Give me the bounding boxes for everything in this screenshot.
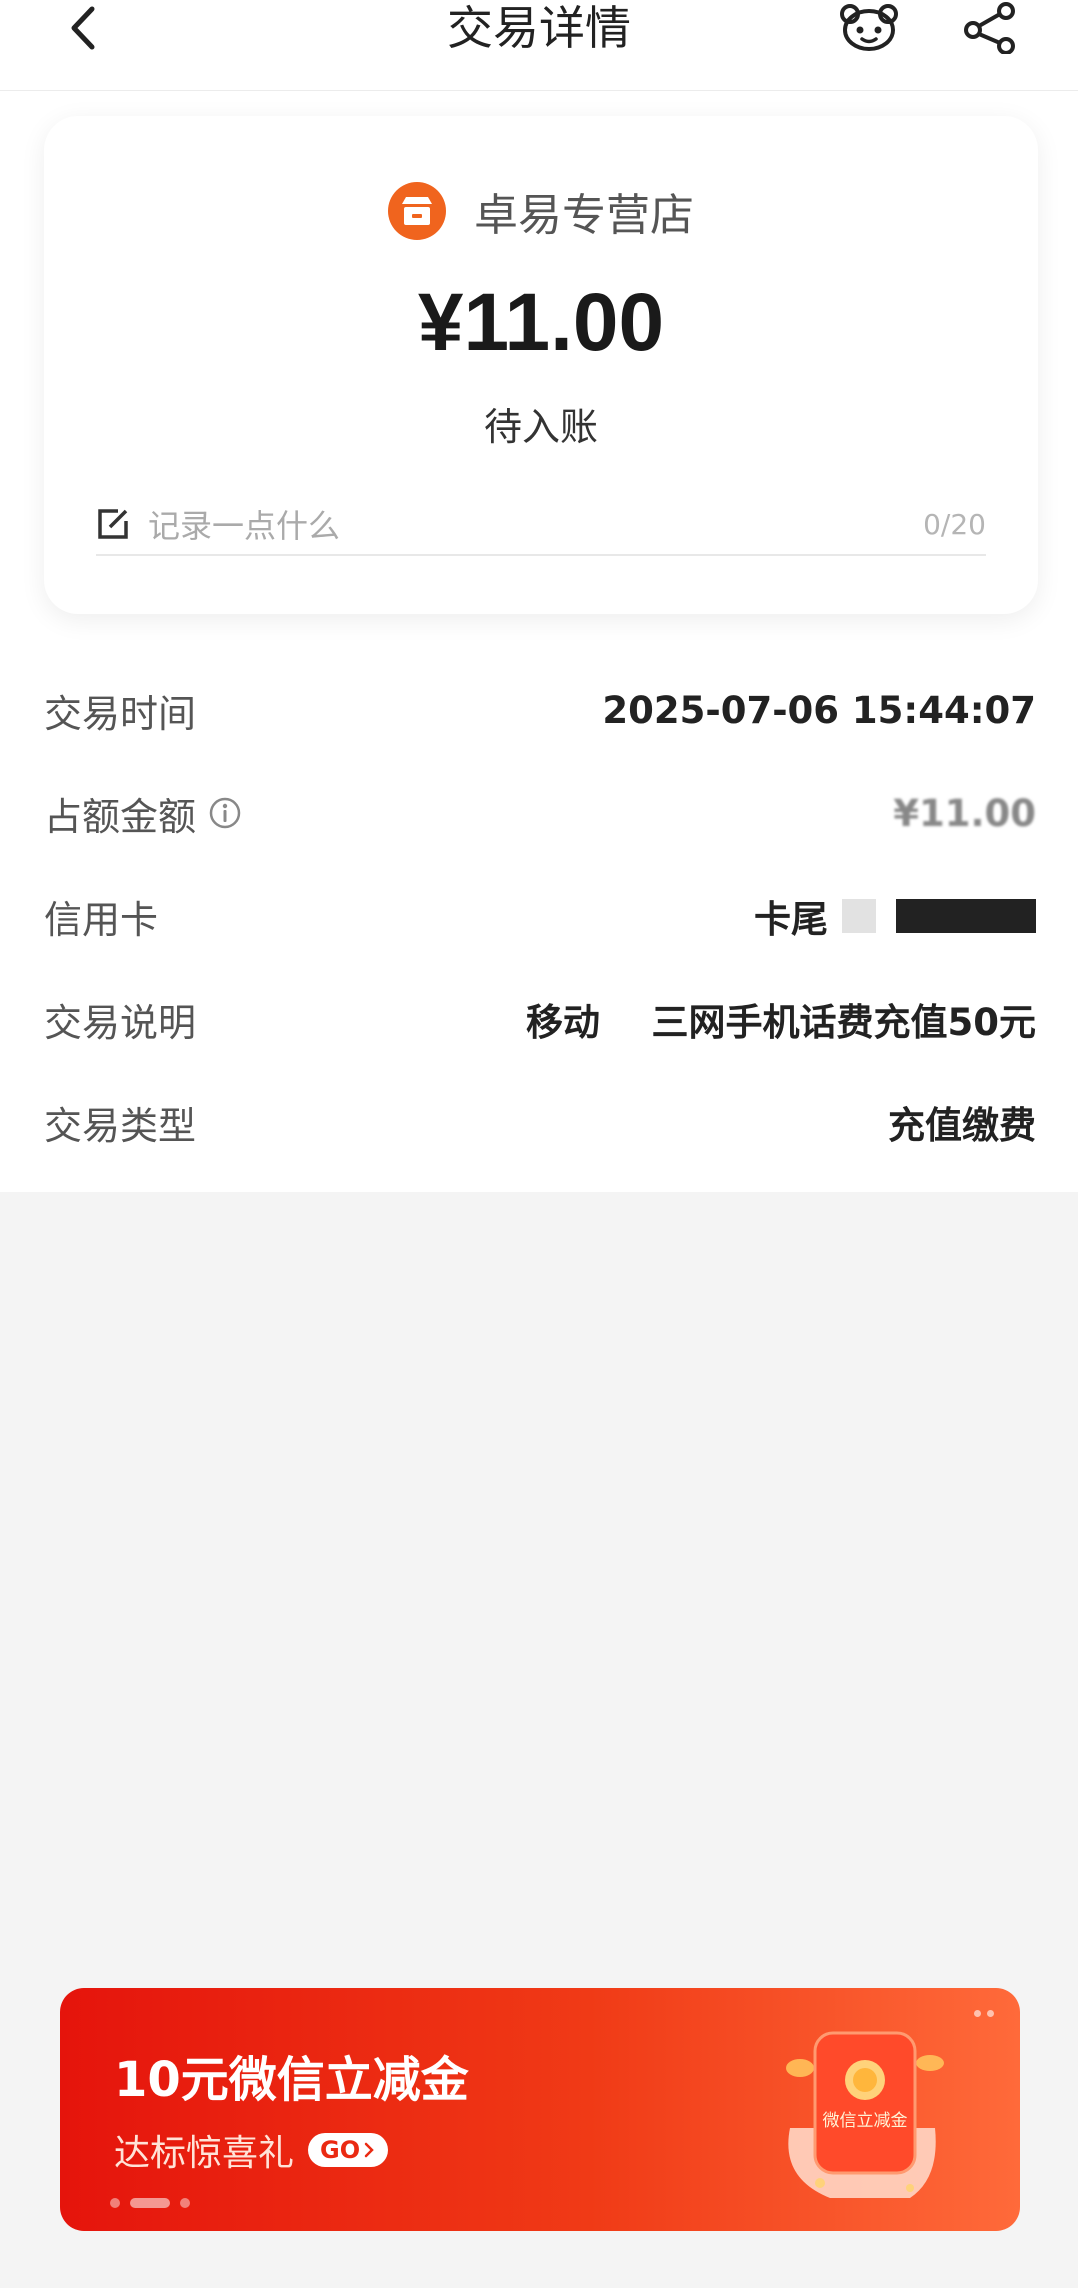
promo-banner[interactable]: 10元微信立减金 达标惊喜礼 GO 微信立减金	[60, 1988, 1020, 2231]
detail-value: ¥11.00	[893, 791, 1036, 835]
header-bar: 交易详情	[0, 0, 1078, 91]
transaction-status: 待入账	[483, 405, 598, 449]
memo-input[interactable]: 记录一点什么 0/20	[96, 494, 986, 556]
customer-service-button[interactable]	[836, 0, 902, 56]
detail-value: 移动 三网手机话费充值50元	[525, 1001, 1036, 1044]
detail-value: 卡尾	[754, 898, 828, 941]
detail-label: 信用卡	[44, 897, 159, 942]
transaction-card: 卓易专营店 ¥11.00 待入账 记录一点什么 0/20	[44, 116, 1038, 614]
detail-label: 交易说明	[44, 1000, 197, 1045]
transaction-amount: ¥11.00	[417, 277, 665, 368]
store-icon	[388, 182, 446, 240]
shop-name: 卓易专营店	[474, 190, 694, 241]
share-icon	[964, 2, 1015, 54]
go-button[interactable]: GO	[308, 2133, 389, 2167]
detail-row-amount: 占额金额 ¥11.00	[44, 783, 1036, 843]
detail-label: 交易类型	[44, 1103, 197, 1148]
detail-value-wrap: 卡尾	[754, 889, 1036, 943]
memo-char-count: 0/20	[923, 507, 986, 541]
detail-value: 2025-07-06 15:44:07	[602, 688, 1036, 732]
chevron-right-icon	[364, 2142, 374, 2158]
redaction-mask	[896, 899, 1036, 933]
detail-row-description: 交易说明 移动 三网手机话费充值50元	[44, 989, 1036, 1049]
detail-value: 充值缴费	[888, 1104, 1036, 1147]
redaction-mask	[842, 899, 876, 933]
page-dot	[180, 2198, 190, 2208]
banner-subtitle: 达标惊喜礼	[114, 2133, 295, 2174]
detail-label: 交易时间	[44, 691, 197, 736]
red-envelope-illustration: 微信立减金	[760, 2008, 960, 2222]
page-title: 交易详情	[447, 1, 631, 55]
banner-subtitle-row: 达标惊喜礼 GO	[114, 2124, 389, 2176]
more-icon[interactable]	[974, 2010, 994, 2017]
share-button[interactable]	[958, 0, 1024, 56]
shop-info[interactable]: 卓易专营店	[44, 176, 1038, 246]
detail-row-time: 交易时间 2025-07-06 15:44:07	[44, 680, 1036, 740]
banner-pagination	[110, 2198, 190, 2208]
info-icon[interactable]	[208, 796, 242, 830]
memo-placeholder: 记录一点什么	[148, 507, 341, 545]
edit-icon	[98, 509, 128, 539]
page-dot-active	[130, 2198, 170, 2208]
banner-title: 10元微信立减金	[114, 2052, 469, 2108]
detail-row-credit-card: 信用卡 卡尾	[44, 886, 1036, 946]
detail-row-type: 交易类型 充值缴费	[44, 1092, 1036, 1152]
detail-label: 占额金额	[44, 794, 197, 839]
detail-label-wrap: 占额金额	[44, 786, 242, 841]
gift-card-label: 微信立减金	[823, 2111, 908, 2131]
customer-service-icon	[840, 4, 898, 51]
go-label: GO	[320, 2136, 361, 2164]
page-dot	[110, 2198, 120, 2208]
